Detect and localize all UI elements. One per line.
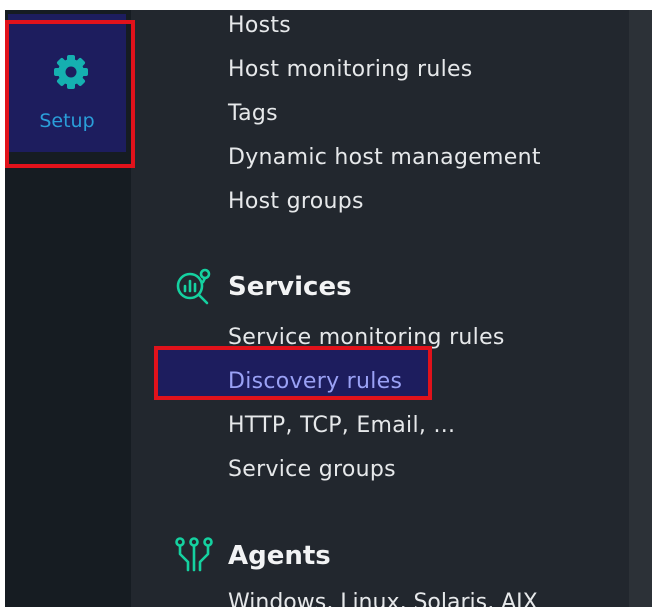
menu-item-tags[interactable]: Tags xyxy=(228,103,278,125)
menu-item-service-monitoring-rules[interactable]: Service monitoring rules xyxy=(228,327,505,349)
menu-item-service-groups[interactable]: Service groups xyxy=(228,459,396,481)
menu-item-dynamic-host-management[interactable]: Dynamic host management xyxy=(228,147,541,169)
menu-item-hosts[interactable]: Hosts xyxy=(228,15,291,37)
menu-item-windows-linux-solaris-aix[interactable]: Windows, Linux, Solaris, AIX xyxy=(228,592,538,607)
setup-menu-panel xyxy=(131,10,629,607)
agents-plug-icon xyxy=(175,537,213,572)
sidebar-item-setup-label: Setup xyxy=(39,110,95,132)
menu-item-http-tcp-email[interactable]: HTTP, TCP, Email, ... xyxy=(228,415,455,437)
menu-item-discovery-rules[interactable]: Discovery rules xyxy=(228,371,402,393)
panel-right-edge xyxy=(629,10,652,607)
gear-icon xyxy=(54,55,88,89)
sidebar-item-setup[interactable]: Setup xyxy=(8,14,126,152)
services-chart-magnifier-icon xyxy=(176,268,211,305)
menu-item-host-monitoring-rules[interactable]: Host monitoring rules xyxy=(228,59,473,81)
section-title-services: Services xyxy=(228,272,352,302)
screenshot-stage: Setup Hosts Host monitoring rules Tags D… xyxy=(0,0,652,607)
section-title-agents: Agents xyxy=(228,541,331,571)
menu-item-host-groups[interactable]: Host groups xyxy=(228,191,364,213)
